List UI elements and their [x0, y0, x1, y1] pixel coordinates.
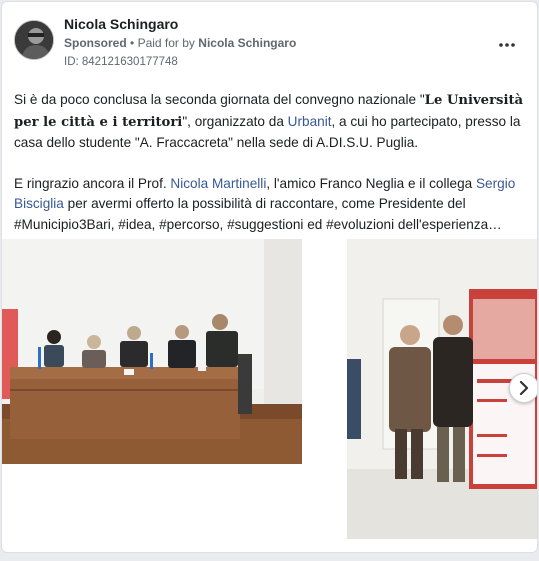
paid-for-label: Paid for by	[137, 36, 195, 50]
avatar[interactable]	[14, 20, 54, 60]
p2-text-c: per avermi offerto la possibilità di rac…	[14, 196, 502, 232]
paid-for-by-name: Nicola Schingaro	[198, 36, 297, 50]
more-options-icon[interactable]	[499, 32, 515, 53]
carousel-next-button[interactable]	[509, 373, 537, 403]
ad-id: ID: 842121630177748	[64, 56, 178, 68]
nicola-martinelli-link[interactable]: Nicola Martinelli	[170, 176, 266, 191]
urbanit-link[interactable]: Urbanit	[288, 114, 332, 129]
separator-dot: •	[130, 36, 135, 50]
author-name[interactable]: Nicola Schingaro	[64, 16, 178, 32]
sponsored-meta: Sponsored • Paid for by Nicola Schingaro	[64, 36, 296, 50]
photo-carousel	[2, 239, 537, 539]
sponsored-label: Sponsored	[64, 36, 127, 50]
chevron-right-icon	[519, 381, 529, 395]
p2-text-b: , l'amico Franco Neglia e il collega	[266, 175, 476, 191]
p1-text-b: ", organizzato da	[182, 113, 288, 129]
paragraph-1: Si è da poco conclusa la seconda giornat…	[14, 90, 529, 154]
p1-text-a: Si è da poco conclusa la seconda giornat…	[14, 92, 425, 107]
p2-text-a: E ringrazio ancora il Prof.	[14, 175, 171, 191]
conference-panel-photo[interactable]	[2, 239, 302, 464]
paragraph-2: E ringrazio ancora il Prof. Nicola Marti…	[14, 174, 529, 236]
ad-post-card: Nicola Schingaro Sponsored • Paid for by…	[1, 1, 538, 553]
post-text: Si è da poco conclusa la seconda giornat…	[14, 90, 529, 235]
post-header: Nicola Schingaro Sponsored • Paid for by…	[14, 14, 525, 74]
